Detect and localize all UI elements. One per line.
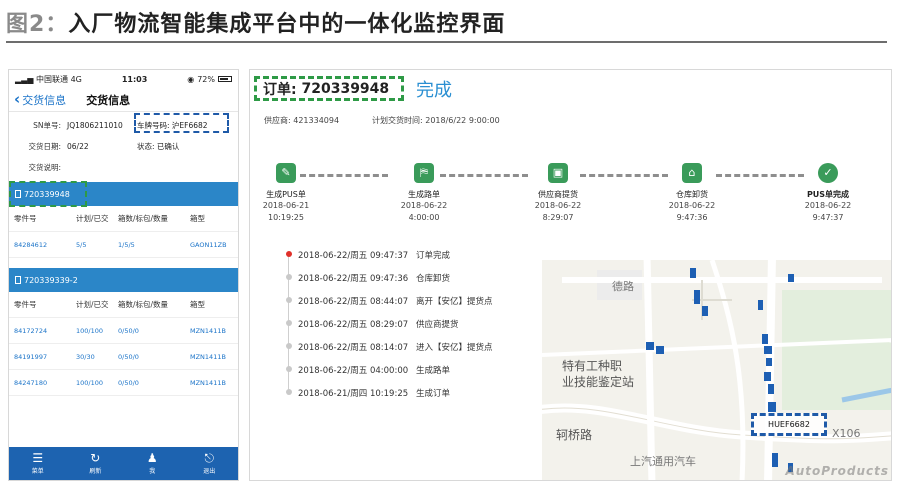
- step-generate-route: ⛿ 生成路单 2018-06-22 4:00:00: [384, 163, 464, 224]
- back-button[interactable]: ‹ 交货信息: [14, 92, 66, 108]
- note-label: 交货说明:: [28, 163, 61, 172]
- watermark-logo: AutoProducts: [785, 464, 889, 478]
- date-label: 交货日期:: [28, 142, 61, 151]
- tracking-map[interactable]: 特有工种职 业技能鉴定站 轲桥路 上汽通用汽车 X106 德路 HUEF6682…: [542, 260, 891, 480]
- phone-screen: ▂▃▅ 中国联通 4G 11:03 ◉ 72% ‹ 交货信息 交货信息 SN单号…: [8, 69, 239, 481]
- order-highlight-box: [9, 181, 87, 207]
- step-pus-complete: ✓ PUS单完成 2018-06-22 9:47:37: [788, 163, 868, 224]
- chevron-left-icon: ‹: [14, 90, 21, 108]
- figure-number: 图2：: [6, 12, 69, 37]
- table-row[interactable]: 84247180 100/100 0/50/0 MZN1411B: [9, 370, 238, 396]
- table-header: 零件号 计划/已交 箱数/标包/数量 箱型: [9, 206, 238, 232]
- tab-logout[interactable]: ⎋ 退出: [203, 452, 215, 475]
- timeline-event: 2018-06-22/周五 08:29:07 供应商提货: [286, 312, 493, 335]
- menu-icon: ☰: [32, 451, 44, 465]
- timeline-dot: [286, 274, 292, 280]
- route-map-icon: ⛿: [414, 163, 434, 183]
- state-field: 状态: 已确认: [137, 142, 180, 151]
- complete-icon: ✓: [818, 163, 838, 183]
- timeline-event: 2018-06-22/周五 09:47:37 订单完成: [286, 243, 493, 266]
- map-label: 德路: [612, 280, 634, 293]
- table-row[interactable]: 84172724 100/100 0/50/0 MZN1411B: [9, 318, 238, 344]
- date-value: 06/22: [67, 142, 89, 151]
- battery-percent: 72%: [197, 74, 215, 84]
- map-label: 轲桥路: [556, 428, 593, 442]
- signal-icon: ▂▃▅: [15, 74, 34, 84]
- order-section-header[interactable]: 720339339-2: [9, 268, 238, 292]
- timeline-dot: [286, 343, 292, 349]
- timeline-dot: [286, 297, 292, 303]
- table-row[interactable]: 84191997 30/30 0/50/0 MZN1411B: [9, 344, 238, 370]
- state-value: 已确认: [156, 142, 180, 151]
- package-icon: ▣: [548, 163, 568, 183]
- nav-bar: ‹ 交货信息 交货信息: [9, 88, 238, 112]
- order-section-header[interactable]: 720339948: [9, 181, 238, 207]
- page-title: 交货信息: [86, 93, 131, 107]
- map-label: 业技能鉴定站: [562, 375, 635, 389]
- map-label: 上汽通用汽车: [630, 455, 696, 468]
- carrier-label: ▂▃▅ 中国联通 4G: [15, 74, 82, 84]
- status-bar: ▂▃▅ 中国联通 4G 11:03 ◉ 72%: [9, 70, 238, 88]
- timeline-event: 2018-06-22/周五 04:00:00 生成路单: [286, 358, 493, 381]
- timeline-dot: [286, 389, 292, 395]
- supplier-field: 供应商: 421334094: [264, 116, 340, 125]
- battery-icon: [218, 76, 232, 82]
- title-divider: [6, 41, 887, 43]
- document-icon: [15, 276, 21, 284]
- event-timeline: 2018-06-22/周五 09:47:37 订单完成 2018-06-22/周五…: [286, 243, 493, 404]
- step-generate-pus: ✎ 生成PUS单 2018-06-21 10:19:25: [250, 163, 326, 224]
- step-warehouse-unload: ⌂ 仓库卸货 2018-06-22 9:47:36: [652, 163, 732, 224]
- status-right: ◉ 72%: [187, 75, 232, 84]
- logout-icon: ⎋: [204, 451, 214, 465]
- timeline-event: 2018-06-22/周五 09:47:36 仓库卸货: [286, 266, 493, 289]
- table-row[interactable]: 84284612 5/5 1/5/5 GAON11ZB: [9, 232, 238, 258]
- map-label: X106: [832, 427, 861, 440]
- timeline-event: 2018-06-22/周五 08:14:07 进入【安亿】提货点: [286, 335, 493, 358]
- warehouse-icon: ⌂: [682, 163, 702, 183]
- monitor-panel: 订单: 720339948 完成 供应商: 421334094 计划交货时间: …: [249, 69, 892, 481]
- sn-label: SN单号:: [33, 121, 61, 130]
- order-number-box: 订单: 720339948: [254, 76, 404, 101]
- timeline-dot: [286, 366, 292, 372]
- step-supplier-pickup: ▣ 供应商提货 2018-06-22 8:29:07: [518, 163, 598, 224]
- map-label: 特有工种职: [562, 359, 623, 373]
- timeline-dot: [286, 320, 292, 326]
- sn-value: JQ1806211010: [67, 121, 123, 130]
- tab-refresh[interactable]: ↻ 刷新: [89, 452, 101, 475]
- plan-time-value: 2018/6/22 9:00:00: [425, 116, 500, 125]
- progress-steps: ✎ 生成PUS单 2018-06-21 10:19:25 ⛿ 生成路单 2018…: [250, 163, 891, 243]
- plan-time-field: 计划交货时间: 2018/6/22 9:00:00: [372, 116, 500, 125]
- figure-title: 图2：入厂物流智能集成平台中的一体化监控界面: [6, 6, 505, 38]
- timeline-dot: [286, 251, 292, 257]
- figure-caption: 入厂物流智能集成平台中的一体化监控界面: [68, 12, 506, 37]
- supplier-value: 421334094: [293, 116, 340, 125]
- tab-menu[interactable]: ☰ 菜单: [32, 452, 44, 475]
- location-icon: ◉: [187, 74, 195, 84]
- order-status: 完成: [416, 80, 452, 101]
- user-icon: ♟: [146, 451, 158, 465]
- vehicle-tag[interactable]: HUEF6682: [751, 413, 827, 436]
- plate-value: 沪EF6682: [171, 121, 208, 130]
- timeline-event: 2018-06-22/周五 08:44:07 离开【安亿】提货点: [286, 289, 493, 312]
- clock: 11:03: [121, 74, 148, 84]
- table-header: 零件号 计划/已交 箱数/标包/数量 箱型: [9, 292, 238, 318]
- plate-field: 车牌号码: 沪EF6682: [137, 121, 208, 130]
- refresh-icon: ↻: [90, 451, 101, 465]
- timeline-event: 2018-06-21/周四 10:19:25 生成订单: [286, 381, 493, 404]
- document-edit-icon: ✎: [276, 163, 296, 183]
- delivery-info: SN单号: JQ1806211010 车牌号码: 沪EF6682 交货日期: 0…: [9, 112, 238, 180]
- bottom-tab-bar: ☰ 菜单 ↻ 刷新 ♟ 我 ⎋ 退出: [9, 447, 238, 480]
- order-number: 720339948: [301, 80, 390, 97]
- tab-me[interactable]: ♟ 我: [147, 452, 158, 475]
